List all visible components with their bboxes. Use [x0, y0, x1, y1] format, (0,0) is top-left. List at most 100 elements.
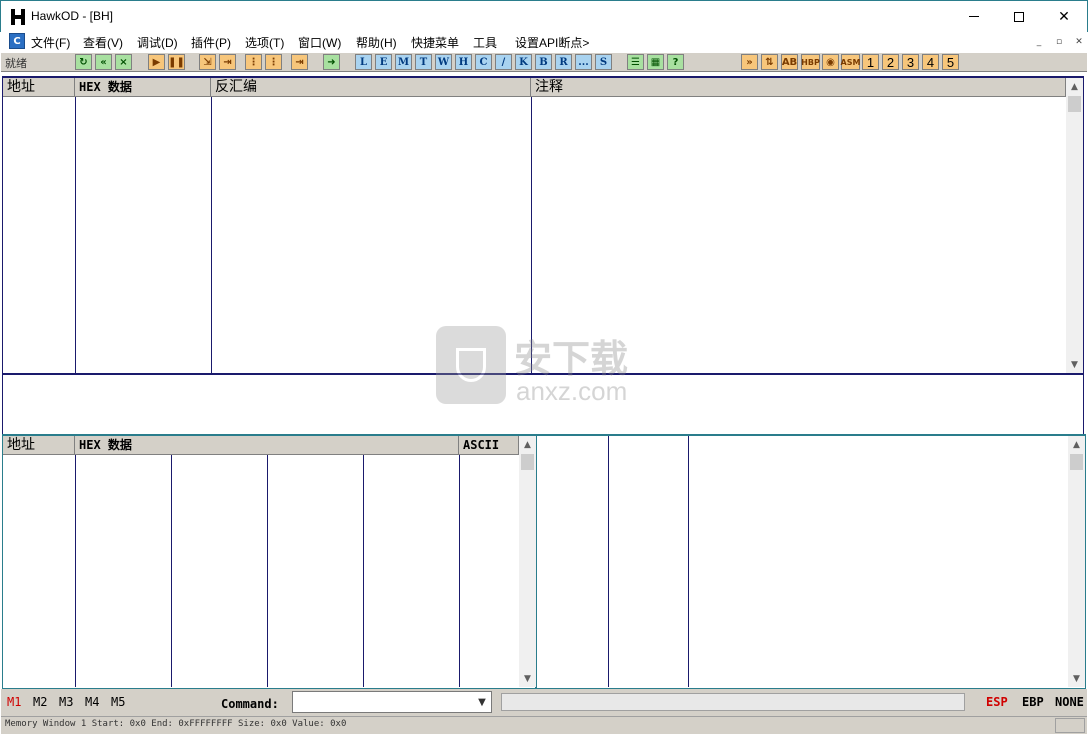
dump-scrollbar[interactable]: ▲ ▼ — [519, 436, 536, 687]
status-cell — [1055, 718, 1085, 733]
run-button[interactable]: ▶ — [148, 54, 165, 70]
window-breakpoints-button[interactable]: B — [535, 54, 552, 70]
ab-icon: AB — [781, 56, 798, 68]
menu-help[interactable]: 帮助(H) — [356, 34, 397, 51]
menu-file[interactable]: 文件(F) — [31, 34, 70, 51]
restart-button[interactable]: « — [95, 54, 112, 70]
register-esp[interactable]: ESP — [986, 695, 1008, 709]
step-into-button[interactable]: ⇲ — [199, 54, 216, 70]
maximize-icon — [1014, 11, 1024, 22]
col-hex-data[interactable]: HEX 数据 — [75, 78, 211, 97]
mdi-close-button[interactable]: ✕ — [1071, 34, 1087, 49]
bookmark-1-button[interactable]: 1 — [862, 54, 879, 70]
minimize-button[interactable] — [951, 1, 997, 32]
step-over-button[interactable]: ⇥ — [219, 54, 236, 70]
disasm-scrollbar[interactable]: ▲ ▼ — [1066, 78, 1083, 373]
command-bar: M1 M2 M3 M4 M5 Command: ▼ ESP EBP NONE — [1, 689, 1087, 716]
window-threads-button[interactable]: T — [415, 54, 432, 70]
memory-tab-m1[interactable]: M1 — [7, 695, 21, 709]
menu-api-breakpoints[interactable]: 设置API断点> — [515, 34, 589, 51]
pause-button[interactable]: ❚❚ — [168, 54, 185, 70]
scroll-down-icon[interactable]: ▼ — [519, 670, 536, 687]
scroll-up-icon[interactable]: ▲ — [519, 436, 536, 453]
register-ebp[interactable]: EBP — [1022, 695, 1044, 709]
memory-tab-m3[interactable]: M3 — [59, 695, 73, 709]
scroll-down-icon[interactable]: ▼ — [1068, 670, 1085, 687]
window-windows-button[interactable]: W — [435, 54, 452, 70]
menu-plugins[interactable]: 插件(P) — [191, 34, 231, 51]
assembler-button[interactable]: ASM — [841, 54, 860, 70]
window-cpu-button[interactable]: C — [475, 54, 492, 70]
window-log-button[interactable]: L — [355, 54, 372, 70]
goto-button[interactable]: ➜ — [323, 54, 340, 70]
hardware-breakpoint-button[interactable]: HBP — [801, 54, 820, 70]
trace-over-button[interactable]: ⋮ — [265, 54, 282, 70]
register-none[interactable]: NONE — [1055, 695, 1084, 709]
command-label: Command: — [221, 697, 279, 711]
chevron-down-icon[interactable]: ▼ — [473, 692, 491, 712]
window-run-trace-button[interactable]: ... — [575, 54, 592, 70]
close-process-button[interactable]: × — [115, 54, 132, 70]
dump-pane[interactable]: 地址 HEX 数据 ASCII ▲ ▼ — [2, 434, 536, 689]
stack-pane[interactable]: ▲ ▼ — [536, 434, 1086, 689]
open-button[interactable]: ↻ — [75, 54, 92, 70]
maximize-button[interactable] — [996, 1, 1042, 32]
list-view-button[interactable]: ☰ — [627, 54, 644, 70]
scroll-up-icon[interactable]: ▲ — [1068, 436, 1085, 453]
menu-tools[interactable]: 工具 — [473, 34, 497, 51]
column-divider — [171, 455, 172, 687]
tool-button-ab[interactable]: AB — [781, 54, 798, 70]
menu-options[interactable]: 选项(T) — [245, 34, 284, 51]
target-button[interactable]: ◉ — [822, 54, 839, 70]
window-memory-button[interactable]: M — [395, 54, 412, 70]
help-button[interactable]: ? — [667, 54, 684, 70]
window-modules-button[interactable]: E — [375, 54, 392, 70]
scroll-down-icon[interactable]: ▼ — [1066, 356, 1083, 373]
scroll-thumb[interactable] — [521, 454, 534, 470]
mdi-restore-button[interactable]: ▫ — [1051, 34, 1067, 49]
window-references-button[interactable]: R — [555, 54, 572, 70]
app-logo-icon — [11, 9, 25, 25]
col-address[interactable]: 地址 — [3, 78, 75, 97]
col-dump-ascii[interactable]: ASCII — [459, 436, 519, 455]
shield-icon — [436, 326, 506, 404]
question-icon: ? — [672, 56, 679, 68]
bookmark-5-button[interactable]: 5 — [942, 54, 959, 70]
col-disassembly[interactable]: 反汇编 — [211, 78, 531, 97]
fast-forward-icon: » — [746, 56, 753, 68]
menu-window[interactable]: 窗口(W) — [298, 34, 341, 51]
menu-view[interactable]: 查看(V) — [83, 34, 123, 51]
bookmark-2-button[interactable]: 2 — [882, 54, 899, 70]
memory-tab-m2[interactable]: M2 — [33, 695, 47, 709]
memory-tab-m5[interactable]: M5 — [111, 695, 125, 709]
bookmark-4-button[interactable]: 4 — [922, 54, 939, 70]
target-icon: ◉ — [826, 56, 835, 68]
memory-tab-m4[interactable]: M4 — [85, 695, 99, 709]
grid-view-button[interactable]: ▦ — [647, 54, 664, 70]
mdi-child-icon[interactable]: C — [9, 33, 25, 49]
column-divider — [363, 455, 364, 687]
menu-debug[interactable]: 调试(D) — [137, 34, 178, 51]
tool-button-1[interactable]: » — [741, 54, 758, 70]
window-handles-button[interactable]: H — [455, 54, 472, 70]
scroll-thumb[interactable] — [1070, 454, 1083, 470]
play-icon: ▶ — [152, 56, 161, 68]
bookmark-3-button[interactable]: 3 — [902, 54, 919, 70]
window-patches-button[interactable]: / — [495, 54, 512, 70]
window-source-button[interactable]: S — [595, 54, 612, 70]
stack-scrollbar[interactable]: ▲ ▼ — [1068, 436, 1085, 687]
x-icon: × — [119, 56, 128, 68]
col-dump-address[interactable]: 地址 — [3, 436, 75, 455]
mdi-minimize-button[interactable]: _ — [1031, 34, 1047, 49]
menu-shortcuts[interactable]: 快捷菜单 — [411, 34, 459, 51]
trace-into-button[interactable]: ⋮ — [245, 54, 262, 70]
window-callstack-button[interactable]: K — [515, 54, 532, 70]
scroll-thumb[interactable] — [1068, 96, 1081, 112]
col-dump-hex[interactable]: HEX 数据 — [75, 436, 459, 455]
execute-till-return-button[interactable]: ⇥ — [291, 54, 308, 70]
col-comment[interactable]: 注释 — [531, 78, 1066, 97]
tool-button-2[interactable]: ⇅ — [761, 54, 778, 70]
close-button[interactable]: ✕ — [1041, 1, 1087, 32]
scroll-up-icon[interactable]: ▲ — [1066, 78, 1083, 95]
command-input[interactable] — [292, 691, 492, 713]
